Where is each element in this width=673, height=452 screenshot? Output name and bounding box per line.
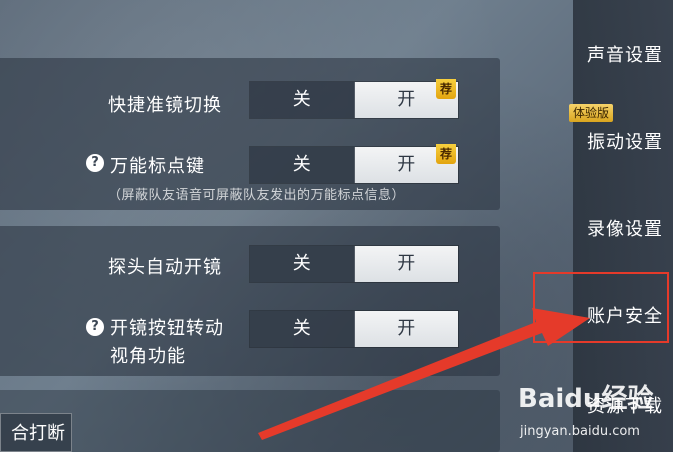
baidu-watermark-url: jingyan.baidu.com xyxy=(520,424,640,439)
baidu-watermark: Baidu经验 xyxy=(518,384,654,414)
